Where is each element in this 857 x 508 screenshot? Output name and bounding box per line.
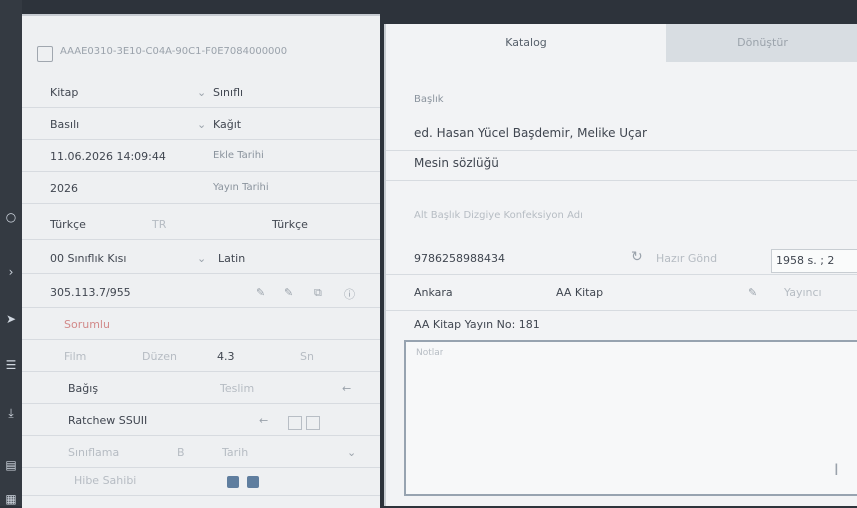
grid-icon[interactable]: ▦	[4, 492, 18, 506]
misc-a[interactable]: Film	[64, 350, 86, 363]
misc-c[interactable]: 4.3	[217, 350, 235, 363]
material-type[interactable]: Kitap	[50, 86, 78, 99]
truck-icon[interactable]: ▤	[4, 458, 18, 472]
class-label: Latin	[218, 252, 246, 265]
title-value[interactable]: ed. Hasan Yücel Başdemir, Melike Uçar	[414, 126, 647, 140]
misc-b[interactable]: Düzen	[142, 350, 177, 363]
added-date-label: Ekle Tarihi	[213, 150, 264, 161]
acquisition-type[interactable]: Bağış	[68, 382, 98, 395]
series[interactable]: AA Kitap Yayın No: 181	[414, 318, 540, 331]
class-select[interactable]: 00 Sınıflık Kısı	[50, 252, 126, 265]
pages-field[interactable]: 1958 s. ; 2	[771, 249, 857, 273]
circle-icon[interactable]: ○	[4, 210, 18, 224]
isbn[interactable]: 9786258988434	[414, 252, 505, 265]
record-id: AAAE0310-3E10-C04A-90C1-F0E7084000000	[60, 46, 288, 57]
sort-c[interactable]: B	[177, 446, 185, 459]
record-panel: AAAE0310-3E10-C04A-90C1-F0E7084000000 Ki…	[22, 14, 380, 508]
added-date[interactable]: 11.06.2026 14:09:44	[50, 150, 166, 163]
note-label: Alt Başlık Dizgiye Konfeksiyon Adı	[414, 210, 583, 221]
toggle-button[interactable]	[306, 416, 320, 430]
edit-icon[interactable]: ✎	[256, 286, 265, 299]
pub-year-label: Yayın Tarihi	[213, 182, 269, 193]
delivery-status[interactable]: Teslim	[220, 382, 254, 395]
help-icon[interactable]: ⓘ	[344, 286, 355, 302]
send-icon[interactable]: ➤	[4, 312, 18, 326]
misc-d[interactable]: Sn	[300, 350, 314, 363]
chevron-down-icon[interactable]: ⌄	[347, 446, 356, 459]
lock-icon[interactable]	[37, 46, 53, 62]
toggle-button[interactable]	[288, 416, 302, 430]
publisher-city[interactable]: Ankara	[414, 286, 453, 299]
check-a[interactable]: Hibe Sahibi	[74, 474, 136, 487]
checkbox[interactable]	[247, 476, 259, 488]
publisher-label: Yayıncı	[784, 286, 822, 299]
format[interactable]: Basılı	[50, 118, 79, 131]
list-icon[interactable]: ☰	[4, 358, 18, 372]
publisher-name[interactable]: AA Kitap	[556, 286, 603, 299]
pub-year[interactable]: 2026	[50, 182, 78, 195]
refresh-label[interactable]: Hazır Gönd	[656, 252, 717, 265]
left-sidebar: ○ › ➤ ☰ ⤓ ▤ ▦	[0, 0, 22, 506]
language-to[interactable]: Türkçe	[272, 218, 308, 231]
sort-a[interactable]: Sınıflama	[68, 446, 119, 459]
paper-label: Kağıt	[213, 118, 242, 131]
notes-placeholder: Notlar	[416, 348, 444, 358]
chevron-down-icon[interactable]: ⌄	[197, 118, 206, 131]
author-label: Sorumlu	[64, 318, 110, 331]
tab-katalog[interactable]: Katalog	[386, 24, 666, 62]
refresh-icon[interactable]: ↻	[631, 249, 643, 265]
copy-icon[interactable]: ⧉	[314, 286, 322, 300]
dewey-number[interactable]: 305.113.7/955	[50, 286, 131, 299]
chevron-down-icon[interactable]: ⌄	[197, 252, 206, 265]
language-from[interactable]: Türkçe	[50, 218, 86, 231]
member-label: Ratchew SSUII	[68, 414, 148, 427]
title-label: Başlık	[414, 94, 444, 105]
chevron-down-icon[interactable]: ⌄	[197, 86, 206, 99]
notes-textarea[interactable]: Notlar I	[404, 340, 857, 496]
checkbox[interactable]	[227, 476, 239, 488]
edit-icon[interactable]: ✎	[748, 286, 757, 299]
material-label: Sınıflı	[213, 86, 244, 99]
arrow-icon[interactable]: ›	[4, 265, 18, 279]
sort-b[interactable]: Tarih	[222, 446, 248, 459]
download-icon[interactable]: ⤓	[4, 406, 18, 420]
edit-icon[interactable]: ✎	[284, 286, 293, 299]
arrow-left-icon[interactable]: ←	[342, 382, 351, 395]
tab-donustur[interactable]: Dönüştür	[666, 24, 857, 62]
text-cursor-icon: I	[834, 460, 839, 479]
subtitle-value[interactable]: Mesin sözlüğü	[414, 156, 499, 170]
arrow-left-icon[interactable]: ←	[259, 414, 268, 427]
language-sep: TR	[152, 218, 167, 231]
